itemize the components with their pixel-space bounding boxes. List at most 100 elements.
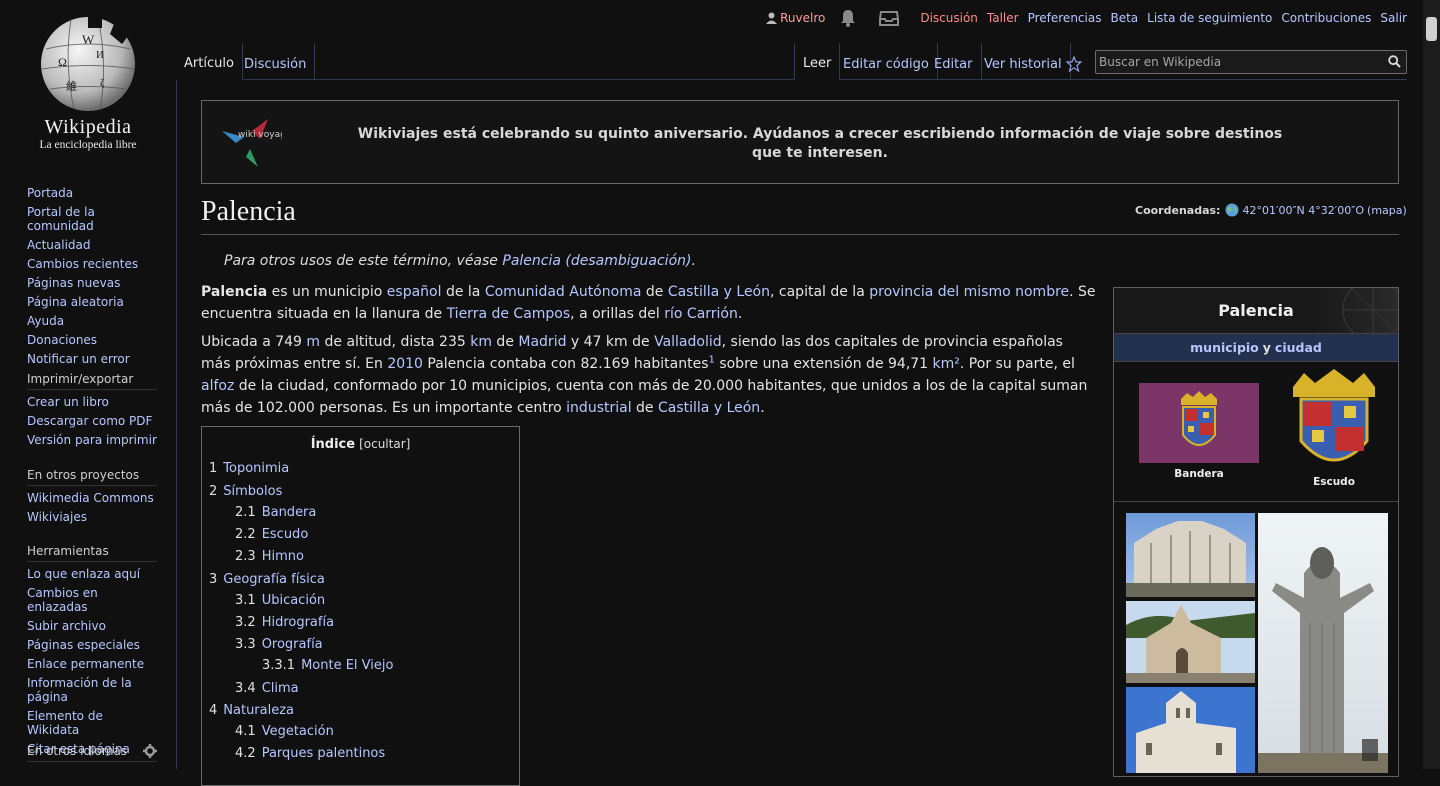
- sidebar-item-ayuda[interactable]: Ayuda: [27, 314, 64, 328]
- wikivoyage-logo[interactable]: wiki voyage: [222, 117, 292, 173]
- toc-link[interactable]: Himno: [262, 549, 304, 564]
- link-tierra-de-campos[interactable]: Tierra de Campos: [447, 306, 571, 322]
- sidebar-item-cambios-enlazadas[interactable]: Cambios en enlazadas: [27, 586, 98, 614]
- sidebar-item-lo-que-enlaza[interactable]: Lo que enlaza aquí: [27, 567, 140, 581]
- city-photos-image: [1126, 513, 1388, 773]
- toc-item[interactable]: 3.4 Clima: [235, 681, 299, 696]
- sidebar-item-pagina-aleatoria[interactable]: Página aleatoria: [27, 295, 124, 309]
- sidebar-item-cambios-recientes[interactable]: Cambios recientes: [27, 257, 138, 271]
- sidebar-item-wikimedia-commons[interactable]: Wikimedia Commons: [27, 491, 154, 505]
- sidebar-item-paginas-nuevas[interactable]: Páginas nuevas: [27, 276, 120, 290]
- toc-link[interactable]: Parques palentinos: [262, 746, 385, 761]
- toc-link[interactable]: Clima: [262, 681, 299, 696]
- coordinates: Coordenadas: 42°01′00″N 4°32′00″O (mapa): [1135, 203, 1407, 217]
- search-button[interactable]: [1388, 55, 1401, 72]
- page-scrollbar[interactable]: [1423, 0, 1440, 769]
- wikipedia-logo[interactable]: W Ω И 維 ζ Wikipedia La enciclopedia libr…: [0, 0, 176, 160]
- coat-of-arms-image[interactable]: [1289, 369, 1379, 477]
- toc-link[interactable]: Bandera: [262, 505, 317, 520]
- link-rio-carrion[interactable]: río Carrión: [664, 306, 738, 322]
- tab-ver-historial[interactable]: Ver historial: [976, 43, 1071, 80]
- toc-link[interactable]: Vegetación: [262, 724, 334, 739]
- toc-item[interactable]: 4 Naturaleza: [209, 703, 294, 718]
- sidebar-item-portada[interactable]: Portada: [27, 186, 73, 200]
- sidebar-item-paginas-especiales[interactable]: Páginas especiales: [27, 638, 140, 652]
- toc-item[interactable]: 1 Toponimia: [209, 461, 289, 476]
- link-castilla-y-leon-2[interactable]: Castilla y León: [658, 400, 760, 416]
- link-madrid[interactable]: Madrid: [518, 334, 566, 350]
- toc-item[interactable]: 3.1 Ubicación: [235, 593, 325, 608]
- toc-link[interactable]: Naturaleza: [223, 703, 294, 718]
- personal-talk-link[interactable]: Discusión: [920, 11, 978, 25]
- toc-link[interactable]: Monte El Viejo: [301, 658, 393, 673]
- coordinates-map-link[interactable]: (mapa): [1367, 204, 1407, 217]
- infobox-photo-collage[interactable]: [1126, 513, 1388, 773]
- alerts-tray-button[interactable]: [879, 10, 900, 26]
- sidebar-item-subir-archivo[interactable]: Subir archivo: [27, 619, 106, 633]
- toc-link[interactable]: Hidrografía: [262, 615, 334, 630]
- link-valladolid[interactable]: Valladolid: [654, 334, 722, 350]
- link-municipio[interactable]: municipio: [1190, 340, 1259, 355]
- toc-item[interactable]: 3 Geografía física: [209, 572, 325, 587]
- hatnote-disambiguation-link[interactable]: Palencia (desambiguación): [502, 253, 691, 269]
- link-comunidad-autonoma[interactable]: Comunidad Autónoma: [485, 284, 642, 300]
- sidebar-item-version-imprimir[interactable]: Versión para imprimir: [27, 433, 157, 447]
- link-castilla-y-leon[interactable]: Castilla y León: [668, 284, 770, 300]
- link-km2[interactable]: km²: [933, 356, 960, 372]
- sidebar-item-wikiviajes[interactable]: Wikiviajes: [27, 510, 87, 524]
- toc-item[interactable]: 2.3 Himno: [235, 549, 304, 564]
- tab-leer[interactable]: Leer: [794, 43, 841, 80]
- watch-star-button[interactable]: [1058, 43, 1090, 80]
- sidebar-item-notificar-error[interactable]: Notificar un error: [27, 352, 130, 366]
- personal-logout-link[interactable]: Salir: [1380, 11, 1407, 25]
- search-input[interactable]: [1096, 51, 1376, 73]
- gear-icon[interactable]: [143, 744, 157, 758]
- toc-link[interactable]: Toponimia: [223, 461, 289, 476]
- toc-item[interactable]: 3.3 Orografía: [235, 637, 323, 652]
- notifications-button[interactable]: [840, 9, 856, 27]
- toc-link[interactable]: Geografía física: [223, 572, 325, 587]
- infobox-symbols: Bandera Escudo: [1114, 362, 1398, 502]
- tab-editar[interactable]: Editar: [926, 43, 982, 80]
- user-link[interactable]: Ruvelro: [766, 11, 825, 25]
- toc-link[interactable]: Símbolos: [223, 484, 282, 499]
- flag-image[interactable]: [1139, 383, 1259, 463]
- sidebar-item-actualidad[interactable]: Actualidad: [27, 238, 91, 252]
- link-kilometro[interactable]: km: [470, 334, 492, 350]
- link-provincia[interactable]: provincia del mismo nombre: [869, 284, 1069, 300]
- toc-item[interactable]: 2 Símbolos: [209, 484, 282, 499]
- personal-beta-link[interactable]: Beta: [1110, 11, 1138, 25]
- link-alfoz[interactable]: alfoz: [201, 378, 234, 394]
- sidebar-item-wikidata[interactable]: Elemento de Wikidata: [27, 709, 103, 737]
- personal-contributions-link[interactable]: Contribuciones: [1281, 11, 1371, 25]
- toc-item[interactable]: 4.2 Parques palentinos: [235, 746, 385, 761]
- link-espanol[interactable]: español: [387, 284, 442, 300]
- toc-link[interactable]: Ubicación: [262, 593, 325, 608]
- sidebar-item-portal-comunidad[interactable]: Portal de la comunidad: [27, 205, 95, 233]
- toc-link[interactable]: Orografía: [262, 637, 323, 652]
- sidebar-item-enlace-permanente[interactable]: Enlace permanente: [27, 657, 144, 671]
- personal-preferences-link[interactable]: Preferencias: [1028, 11, 1102, 25]
- toc-item[interactable]: 4.1 Vegetación: [235, 724, 334, 739]
- tab-articulo[interactable]: Artículo: [176, 43, 243, 80]
- sidebar-item-info-pagina[interactable]: Información de la página: [27, 676, 132, 704]
- sidebar-item-descargar-pdf[interactable]: Descargar como PDF: [27, 414, 152, 428]
- toc-link[interactable]: Escudo: [262, 527, 309, 542]
- link-industrial[interactable]: industrial: [566, 400, 631, 416]
- toc-item[interactable]: 2.1 Bandera: [235, 505, 316, 520]
- toc-toggle[interactable]: [ocultar]: [359, 437, 410, 451]
- personal-watchlist-link[interactable]: Lista de seguimiento: [1147, 11, 1272, 25]
- scrollbar-thumb[interactable]: [1426, 17, 1437, 41]
- sidebar-item-donaciones[interactable]: Donaciones: [27, 333, 97, 347]
- toc-item[interactable]: 3.3.1 Monte El Viejo: [262, 658, 393, 673]
- toc-item[interactable]: 3.2 Hidrografía: [235, 615, 334, 630]
- coordinates-link[interactable]: 42°01′00″N 4°32′00″O: [1242, 204, 1364, 217]
- link-metro[interactable]: m: [306, 334, 320, 350]
- link-2010[interactable]: 2010: [387, 356, 423, 372]
- personal-sandbox-link[interactable]: Taller: [987, 11, 1019, 25]
- toc-item[interactable]: 2.2 Escudo: [235, 527, 308, 542]
- link-ciudad[interactable]: ciudad: [1275, 340, 1322, 355]
- sidebar-item-crear-libro[interactable]: Crear un libro: [27, 395, 109, 409]
- tab-discusion[interactable]: Discusión: [236, 43, 316, 80]
- tab-editar-codigo[interactable]: Editar código: [835, 43, 938, 80]
